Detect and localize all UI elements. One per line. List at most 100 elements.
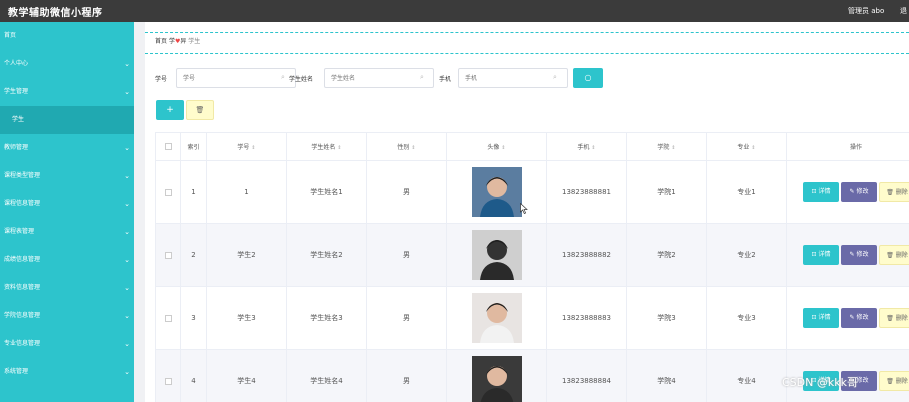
sidebar-item-label: 首页 <box>4 32 17 39</box>
logout-link[interactable]: 退 <box>900 6 907 16</box>
sidebar-item[interactable]: 课程类型管理 ⌄ <box>0 162 134 190</box>
column-header[interactable]: 手机 ⇕ <box>546 132 627 161</box>
main-content: 首页 学♥异 学生 学号 ⌕ 学生姓名 ⌕ 手机 ⌕ ○ + 🗑 索引学号⇕学生… <box>145 22 909 402</box>
cell-name: 学生姓名2 <box>286 223 367 287</box>
admin-user-label[interactable]: 管理员 abo <box>848 6 884 16</box>
search-button[interactable]: ○ <box>573 68 603 88</box>
cell-student-no: 学生4 <box>206 349 287 402</box>
sidebar-item[interactable]: 专业信息管理 ⌄ <box>0 330 134 358</box>
sidebar-item[interactable]: 学院信息管理 ⌄ <box>0 302 134 330</box>
sort-icon[interactable]: ⇕ <box>411 145 415 151</box>
row-checkbox[interactable] <box>164 251 172 259</box>
edit-button[interactable]: ✎ 修改 <box>841 308 877 328</box>
sidebar-item[interactable]: 个人中心 ⌄ <box>0 50 134 78</box>
student-name-input[interactable] <box>324 68 434 88</box>
edit-button[interactable]: ✎ 修改 <box>841 245 877 265</box>
sidebar: 首页 个人中心 ⌄ 学生管理 ⌄ 学生 教师管理 ⌄ 课程类型管理 ⌄ 课程信息管理 ⌄ 课程表管理 ⌄ 成… <box>0 22 134 402</box>
cell-avatar <box>446 286 547 350</box>
column-header[interactable]: 学院 ⇕ <box>626 132 707 161</box>
sidebar-item[interactable]: 课程信息管理 ⌄ <box>0 190 134 218</box>
edit-button[interactable]: ✎ 修改 <box>841 182 877 202</box>
column-header-label: 操作 <box>849 144 862 151</box>
edit-label: 修改 <box>856 377 869 384</box>
remove-button[interactable]: 🗑 删除 <box>879 308 909 328</box>
cell-avatar <box>446 160 547 224</box>
breadcrumb: 首页 学♥异 学生 <box>145 32 909 54</box>
cell-index: 2 <box>180 223 207 287</box>
cell-name: 学生姓名4 <box>286 349 367 402</box>
sort-icon[interactable]: ⇕ <box>751 145 755 151</box>
cell-major: 专业2 <box>706 223 787 287</box>
edit-label: 修改 <box>856 188 869 195</box>
remove-button[interactable]: 🗑 删除 <box>879 371 909 391</box>
phone-label: 手机 <box>439 76 452 83</box>
student-name-label: 学生姓名 <box>289 76 314 83</box>
sort-icon[interactable]: ⇕ <box>501 145 505 151</box>
detail-button[interactable]: ⊡ 详情 <box>803 308 839 328</box>
sidebar-item[interactable]: 课程表管理 ⌄ <box>0 218 134 246</box>
cell-name: 学生姓名1 <box>286 160 367 224</box>
sidebar-item[interactable]: 教师管理 ⌄ <box>0 134 134 162</box>
column-header-label: 性别 <box>397 144 410 151</box>
cell-college: 学院2 <box>626 223 707 287</box>
column-header-label: 学生姓名 <box>311 144 336 151</box>
column-header[interactable]: 头像 ⇕ <box>446 132 547 161</box>
chevron-down-icon: ⌄ <box>124 284 130 292</box>
row-checkbox[interactable] <box>164 188 172 196</box>
sidebar-item[interactable]: 成绩信息管理 ⌄ <box>0 246 134 274</box>
column-header[interactable]: 学号 ⇕ <box>206 132 287 161</box>
chevron-down-icon: ⌄ <box>124 88 130 96</box>
column-header[interactable]: 性别 ⇕ <box>366 132 447 161</box>
select-all-checkbox[interactable] <box>164 143 172 150</box>
cell-actions: ⊡ 详情 ✎ 修改 🗑 删除 <box>786 160 909 224</box>
sidebar-item[interactable]: 资料信息管理 ⌄ <box>0 274 134 302</box>
sidebar-item[interactable]: 学生管理 ⌄ <box>0 78 134 106</box>
table-row[interactable]: 2 学生2 学生姓名2 男 13823888882 学院2 专业2 ⊡ 详情 ✎ 修改 🗑 删除 <box>155 223 909 287</box>
table-row[interactable]: 1 1 学生姓名1 男 13823888881 学院1 专业1 ⊡ 详情 ✎ 修改 🗑 删除 <box>155 160 909 224</box>
column-header[interactable]: 专业 ⇕ <box>706 132 787 161</box>
row-checkbox[interactable] <box>164 314 172 322</box>
student-no-input[interactable] <box>176 68 296 88</box>
sort-icon[interactable]: ⇕ <box>591 145 595 151</box>
sidebar-item-label: 课程表管理 <box>4 228 35 235</box>
cell-gender: 男 <box>366 160 447 224</box>
table-body: 1 1 学生姓名1 男 13823888881 学院1 专业1 ⊡ 详情 ✎ 修改 🗑 删除 2 学生… <box>155 160 909 402</box>
table-row[interactable]: 3 学生3 学生姓名3 男 13823888883 学院3 专业3 ⊡ 详情 ✎ 修改 🗑 删除 <box>155 286 909 350</box>
sidebar-item[interactable]: 系统管理 ⌄ <box>0 358 134 386</box>
remove-icon: 🗑 <box>886 189 896 196</box>
chevron-down-icon: ⌄ <box>124 368 130 376</box>
remove-button[interactable]: 🗑 删除 <box>879 245 909 265</box>
cell-phone: 13823888881 <box>546 160 627 224</box>
row-checkbox[interactable] <box>164 377 172 385</box>
table-header-row: 索引 学号 ⇕ 学生姓名 ⇕ 性别 ⇕ 头像 ⇕ 手机 ⇕ 学院 ⇕ 专业 ⇕ 操作 <box>155 132 909 161</box>
batch-delete-button[interactable]: 🗑 <box>186 100 214 120</box>
cell-student-no: 学生2 <box>206 223 287 287</box>
column-header: 操作 <box>786 132 909 161</box>
column-header[interactable]: 学生姓名 ⇕ <box>286 132 367 161</box>
search-icon: ⌕ <box>281 73 285 81</box>
detail-button[interactable]: ⊡ 详情 <box>803 182 839 202</box>
phone-input[interactable] <box>458 68 568 88</box>
sidebar-item-label: 课程类型管理 <box>4 172 41 179</box>
column-header: 索引 <box>180 132 207 161</box>
remove-button[interactable]: 🗑 删除 <box>879 182 909 202</box>
detail-label: 详情 <box>818 251 831 258</box>
avatar <box>471 230 522 280</box>
sort-icon[interactable]: ⇕ <box>337 145 341 151</box>
detail-button[interactable]: ⊡ 详情 <box>803 245 839 265</box>
breadcrumb-current: 学生 <box>188 38 201 45</box>
add-button[interactable]: + <box>156 100 184 120</box>
avatar <box>471 167 522 217</box>
chevron-down-icon: ⌄ <box>124 144 130 152</box>
column-header-label: 专业 <box>737 144 750 151</box>
cell-college: 学院1 <box>626 160 707 224</box>
chevron-down-icon: ⌄ <box>124 200 130 208</box>
breadcrumb-home[interactable]: 首页 <box>155 38 167 45</box>
sidebar-item[interactable]: 首页 <box>0 22 134 50</box>
sidebar-item[interactable]: 学生 <box>0 106 134 134</box>
cell-college: 学院3 <box>626 286 707 350</box>
row-select-cell <box>155 286 181 350</box>
sort-icon[interactable]: ⇕ <box>671 145 675 151</box>
sidebar-item-label: 学院信息管理 <box>4 312 41 319</box>
sort-icon[interactable]: ⇕ <box>251 145 255 151</box>
